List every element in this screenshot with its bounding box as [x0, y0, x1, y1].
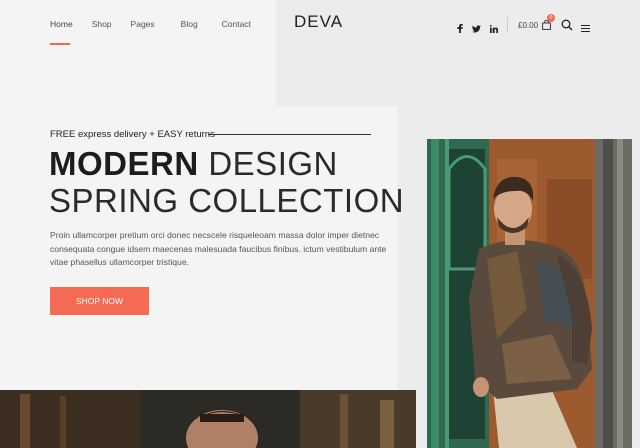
hero-title-line2: SPRING COLLECTION — [49, 182, 405, 219]
cart-button[interactable]: £0.00 0 — [518, 14, 556, 30]
cart-total: £0.00 — [518, 20, 539, 30]
nav-item-contact[interactable]: Contact — [222, 19, 251, 29]
model-photo — [427, 139, 632, 448]
tagline-rule — [208, 134, 371, 135]
hero-description: Proin ullamcorper pretium orci donec nec… — [50, 230, 387, 267]
hero-title: MODERN DESIGN SPRING COLLECTION — [49, 145, 404, 219]
linkedin-icon[interactable] — [489, 20, 498, 38]
main-nav: Home Shop Pages Blog Contact — [50, 19, 251, 29]
header-left-panel — [0, 0, 276, 106]
nav-item-shop[interactable]: Shop — [92, 19, 112, 29]
shop-now-button[interactable]: SHOP NOW — [50, 287, 149, 315]
nav-item-pages[interactable]: Pages — [131, 19, 155, 29]
hamburger-menu-icon[interactable] — [581, 20, 591, 32]
nav-item-home[interactable]: Home — [50, 19, 73, 29]
header-divider — [507, 17, 508, 33]
shopping-bag-icon: 0 — [542, 14, 556, 30]
hero-title-light: DESIGN — [208, 145, 338, 182]
social-links — [457, 20, 507, 38]
twitter-icon[interactable] — [472, 20, 481, 38]
search-icon[interactable] — [561, 18, 573, 31]
brand-logo[interactable]: DEVA — [294, 12, 343, 32]
hero-title-bold: MODERN — [49, 145, 199, 182]
nav-item-blog[interactable]: Blog — [181, 19, 198, 29]
secondary-photo — [0, 390, 416, 448]
nav-active-indicator — [50, 43, 70, 45]
facebook-icon[interactable] — [457, 20, 463, 38]
hero-tagline: FREE express delivery + EASY returns — [50, 129, 215, 140]
cart-count-badge: 0 — [547, 14, 556, 22]
